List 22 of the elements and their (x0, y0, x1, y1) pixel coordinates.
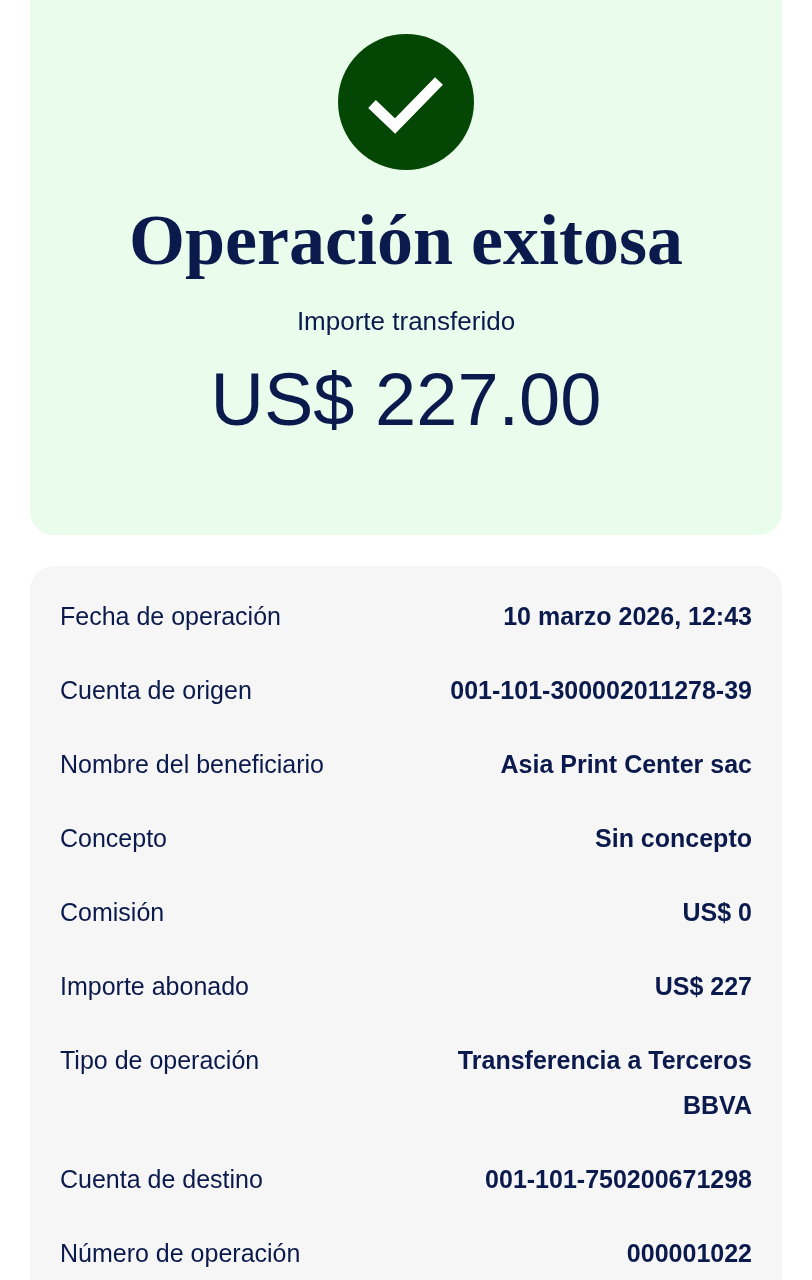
detail-label: Importe abonado (60, 971, 250, 1002)
detail-value: 001-101-300002011278-39 (450, 675, 752, 706)
detail-value: Asia Print Center sac (500, 749, 752, 780)
detail-label: Número de operación (60, 1238, 301, 1269)
detail-value: US$ 0 (682, 897, 752, 928)
amount-value: US$ 227.00 (210, 358, 602, 442)
amount-label: Importe transferido (296, 305, 516, 338)
detail-label: Cuenta de destino (60, 1164, 263, 1195)
detail-label: Cuenta de origen (60, 675, 252, 706)
check-icon (338, 34, 474, 170)
detail-value: US$ 227 (654, 971, 752, 1002)
detail-label: Comisión (60, 897, 165, 928)
detail-value: 10 marzo 2026, 12:43 (503, 601, 752, 632)
success-title: Operación exitosa (129, 200, 683, 280)
detail-value: 001-101-750200671298 (485, 1164, 752, 1195)
detail-label: Fecha de operación (60, 601, 281, 632)
detail-label: Concepto (60, 823, 168, 854)
detail-label: Nombre del beneficiario (60, 749, 325, 780)
detail-value: Transferencia a Terceros BBVA (456, 1045, 752, 1121)
detail-label: Tipo de operación (60, 1045, 260, 1076)
detail-value: 000001022 (626, 1238, 752, 1269)
detail-value: Sin concepto (595, 823, 752, 854)
